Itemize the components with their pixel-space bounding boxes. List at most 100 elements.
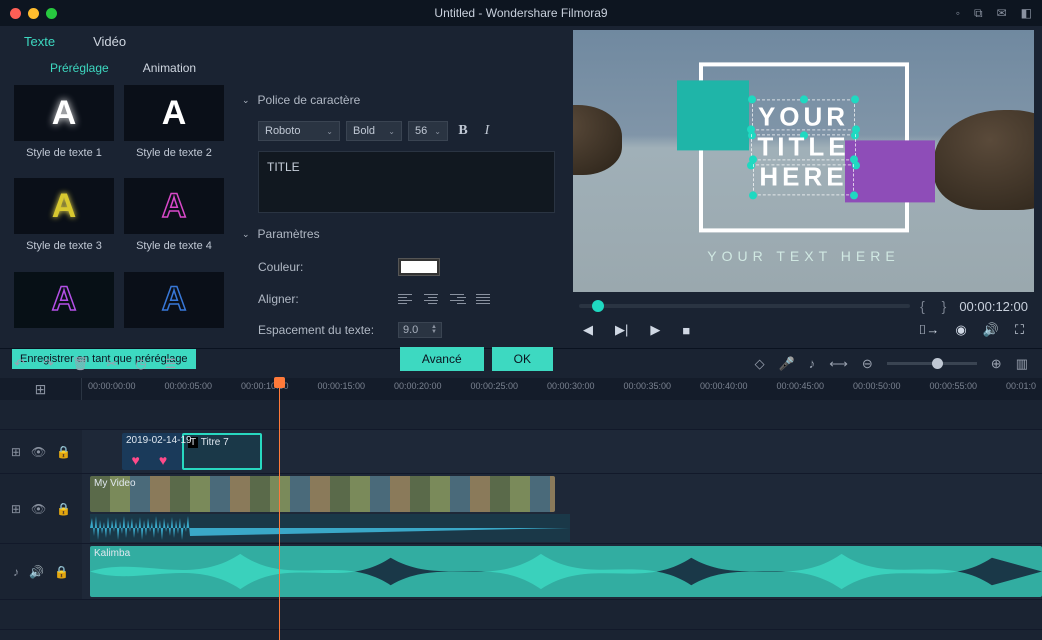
tab-video[interactable]: Vidéo [93, 34, 126, 49]
preset-label: Style de texte 2 [136, 147, 212, 159]
ruler-tick: 00:00:35:00 [624, 381, 672, 391]
align-right-button[interactable] [450, 292, 466, 306]
subtab-animation[interactable]: Animation [143, 61, 196, 75]
fit-icon[interactable]: ⟷ [829, 356, 848, 372]
spacing-input[interactable]: 9.0▲▼ [398, 322, 442, 338]
step-forward-button[interactable]: ▶| [615, 322, 628, 338]
zoom-out-button[interactable]: ⊖ [862, 356, 873, 372]
font-size-select[interactable]: 56⌄ [408, 121, 448, 141]
preview-canvas[interactable]: YOUR TITLE HERE YOUR TEXT HERE [573, 30, 1034, 292]
main-tabs: Texte Vidéo [0, 26, 565, 53]
delete-button[interactable]: 🗑 [72, 356, 89, 372]
italic-button[interactable]: I [478, 123, 496, 139]
ruler-tick: 00:00:15:00 [318, 381, 366, 391]
cut-button[interactable]: ✂ [106, 356, 117, 372]
preset-label: Style de texte 4 [136, 240, 212, 252]
spacing-label: Espacement du texte: [258, 323, 378, 337]
ok-button[interactable]: OK [492, 347, 553, 371]
font-family-select[interactable]: Roboto⌄ [258, 121, 340, 141]
preset-thumb: A [14, 178, 114, 234]
minimize-button[interactable] [28, 8, 39, 19]
visibility-icon[interactable]: 👁 [31, 445, 46, 459]
fullscreen-icon[interactable]: ⛶ [1015, 322, 1024, 338]
align-left-button[interactable] [398, 292, 414, 306]
ruler-tick: 00:00:55:00 [930, 381, 978, 391]
close-button[interactable] [10, 8, 21, 19]
preview-scrubber[interactable] [579, 304, 910, 308]
video-track: ⊞ 👁 🔒 My Video [0, 474, 1042, 544]
bold-button[interactable]: B [454, 123, 472, 139]
maximize-button[interactable] [46, 8, 57, 19]
preset-item[interactable]: A [12, 272, 116, 341]
align-center-button[interactable] [424, 292, 440, 306]
ruler-tick: 00:00:50:00 [853, 381, 901, 391]
stop-button[interactable]: ■ [682, 323, 690, 338]
preset-thumb: A [14, 85, 114, 141]
sub-tabs: Préréglage Animation [0, 53, 565, 85]
window-controls [10, 8, 57, 19]
zoom-in-button[interactable]: ⊕ [991, 356, 1002, 372]
preset-label: Style de texte 1 [26, 147, 102, 159]
cart-icon[interactable]: ⧉ [974, 6, 983, 21]
volume-icon[interactable]: 🔊 [29, 565, 44, 579]
volume-icon[interactable]: 🔊 [983, 322, 999, 338]
chevron-down-icon: ⌄ [242, 229, 250, 240]
advanced-button[interactable]: Avancé [400, 347, 484, 371]
params-section-header[interactable]: ⌄Paramètres [242, 223, 555, 245]
chevron-down-icon: ⌄ [242, 95, 250, 106]
color-picker[interactable] [398, 258, 440, 276]
marker-brackets[interactable]: { } [920, 298, 949, 314]
align-justify-button[interactable] [476, 292, 492, 306]
preset-item[interactable]: A Style de texte 4 [122, 178, 226, 265]
zoom-slider[interactable] [887, 362, 977, 365]
add-media-icon[interactable]: ⊞ [35, 381, 47, 398]
undo-button[interactable]: ↶ [14, 356, 25, 372]
visibility-icon[interactable]: 👁 [31, 502, 46, 516]
ruler-tick: 00:01:0 [1006, 381, 1036, 391]
subtab-preset[interactable]: Préréglage [50, 61, 109, 75]
tab-text[interactable]: Texte [24, 34, 55, 49]
align-label: Aligner: [258, 292, 378, 306]
preset-thumb: A [124, 272, 224, 328]
playhead[interactable] [279, 378, 280, 640]
font-weight-select[interactable]: Bold⌄ [346, 121, 402, 141]
time-ruler[interactable]: ⊞ 00:00:00:0000:00:05:0000:00:10:0000:00… [0, 378, 1042, 400]
clock-icon[interactable]: ◷ [135, 356, 146, 372]
redo-button[interactable]: ↷ [43, 356, 54, 372]
mail-icon[interactable]: ✉ [997, 6, 1007, 21]
title-text-input[interactable]: TITLE [258, 151, 555, 213]
timeline-settings-icon[interactable]: ▥ [1016, 356, 1028, 372]
music-icon[interactable]: ♪ [809, 356, 816, 371]
lock-icon[interactable]: 🔒 [54, 565, 69, 579]
font-section-header[interactable]: ⌄Police de caractère [242, 89, 555, 111]
preset-item[interactable]: A Style de texte 2 [122, 85, 226, 172]
screen-send-icon[interactable]: ⌷→ [919, 322, 940, 338]
lock-icon[interactable]: 🔒 [56, 502, 71, 516]
preset-item[interactable]: A Style de texte 3 [12, 178, 116, 265]
preset-item[interactable]: A [122, 272, 226, 341]
clip-video[interactable]: My Video [90, 476, 555, 512]
snapshot-icon[interactable]: ◉ [955, 322, 966, 338]
preset-grid: A Style de texte 1 A Style de texte 2 A Sty… [0, 85, 238, 341]
mic-icon[interactable]: 🎤 [779, 356, 795, 372]
ruler-tick: 00:00:30:00 [547, 381, 595, 391]
color-label: Couleur: [258, 260, 378, 274]
adjust-icon[interactable]: ☰ [165, 356, 177, 372]
preset-thumb: A [124, 85, 224, 141]
clip-title-selected[interactable]: T Titre 7 [182, 433, 262, 470]
prev-frame-button[interactable]: ◀ [583, 322, 593, 338]
ruler-tick: 00:00:40:00 [700, 381, 748, 391]
title-overlay[interactable]: YOUR TITLE HERE [699, 62, 909, 232]
lock-icon[interactable]: 🔒 [56, 445, 71, 459]
preset-thumb: A [124, 178, 224, 234]
shield-icon[interactable]: ◇ [755, 356, 765, 372]
play-button[interactable]: ▶ [650, 322, 660, 338]
account-icon[interactable]: ◦ [956, 6, 960, 21]
preset-item[interactable]: A Style de texte 1 [12, 85, 116, 172]
ruler-tick: 00:00:45:00 [777, 381, 825, 391]
title-track: ⊞ 👁 🔒 2019-02-14-19 ♥♥♥ T Titre 7 [0, 430, 1042, 474]
preset-label: Style de texte 3 [26, 240, 102, 252]
clip-audio[interactable]: Kalimba [90, 546, 1042, 597]
audio-track: ♪ 🔊 🔒 Kalimba [0, 544, 1042, 600]
notification-icon[interactable]: ◧ [1021, 6, 1032, 21]
